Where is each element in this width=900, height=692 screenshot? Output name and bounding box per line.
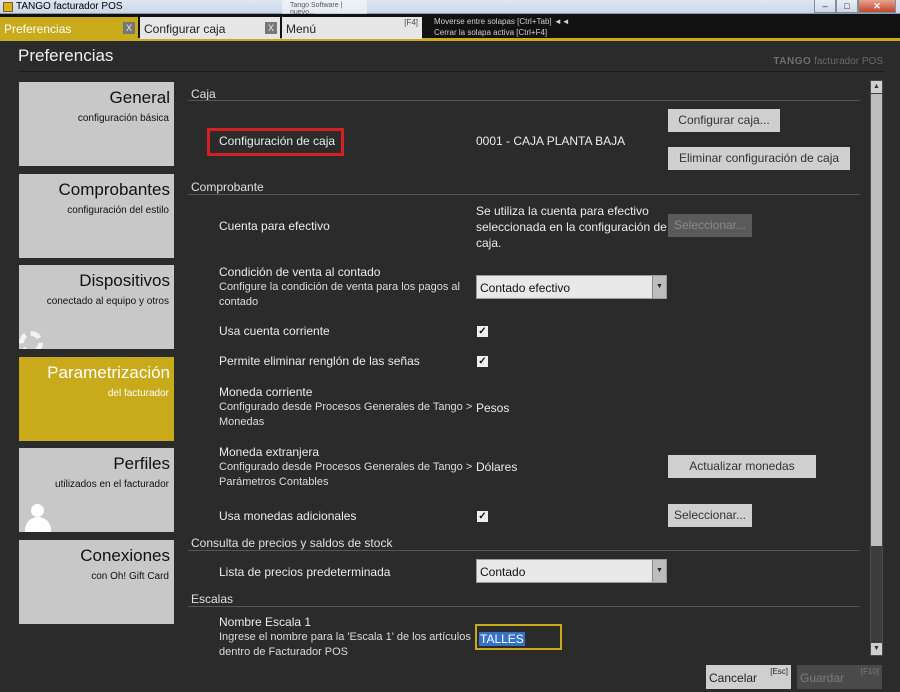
gear-icon xyxy=(19,331,43,349)
minimize-icon[interactable]: – xyxy=(814,0,836,13)
scroll-down-icon[interactable]: ▼ xyxy=(871,643,882,655)
app-icon xyxy=(3,2,13,12)
sidebar-card-perfiles[interactable]: Perfiles utilizados en el facturador xyxy=(19,448,174,532)
cuenta-efectivo-info: Se utiliza la cuenta para efectivo selec… xyxy=(476,204,667,250)
tab-label: Menú xyxy=(286,22,317,36)
eliminar-renglon-checkbox[interactable]: ✓ xyxy=(477,356,488,367)
settings-panel: Caja Configuración de caja 0001 - CAJA P… xyxy=(188,80,860,656)
card-subtitle: del facturador xyxy=(107,388,169,399)
cuenta-corriente-label: Usa cuenta corriente xyxy=(219,324,330,338)
monedas-adicionales-checkbox[interactable]: ✓ xyxy=(477,511,488,522)
scroll-up-icon[interactable]: ▲ xyxy=(871,81,882,93)
section-title-escalas: Escalas xyxy=(191,592,234,606)
condicion-venta-select[interactable]: Contado efectivo ▼ xyxy=(476,275,667,299)
cuenta-efectivo-label: Cuenta para efectivo xyxy=(219,219,330,233)
person-icon xyxy=(25,504,51,532)
window-title: TANGO facturador POS xyxy=(16,1,123,12)
tab-menu[interactable]: Menú [F4] xyxy=(282,17,422,39)
vertical-scrollbar[interactable]: ▲ ▼ xyxy=(870,80,883,656)
section-divider xyxy=(188,606,860,607)
card-subtitle: utilizados en el facturador xyxy=(55,479,169,490)
eliminar-configuracion-button[interactable]: Eliminar configuración de caja xyxy=(668,147,850,170)
section-divider xyxy=(188,194,860,195)
card-subtitle: configuración básica xyxy=(77,113,169,124)
moneda-corriente-value: Pesos xyxy=(476,401,510,415)
window-controls: – □ ✕ xyxy=(814,0,896,13)
card-title: Comprobantes xyxy=(58,180,170,199)
tab-label: Preferencias xyxy=(4,22,72,36)
sidebar-card-conexiones[interactable]: Conexiones con Oh! Gift Card xyxy=(19,540,174,624)
card-title: Dispositivos xyxy=(79,271,170,290)
card-title: Conexiones xyxy=(80,546,170,565)
monedas-adicionales-label: Usa monedas adicionales xyxy=(219,509,357,523)
tab-configurar-caja[interactable]: Configurar caja X xyxy=(140,17,280,39)
card-title: Perfiles xyxy=(113,454,170,473)
eliminar-renglon-label: Permite eliminar renglón de las señas xyxy=(219,354,420,368)
moneda-corriente-label: Moneda corriente Configurado desde Proce… xyxy=(219,385,473,428)
nombre-escala-input[interactable]: TALLES xyxy=(475,624,562,650)
sidebar-card-dispositivos[interactable]: Dispositivos conectado al equipo y otros xyxy=(19,265,174,349)
tab-bar: Preferencias X Configurar caja X Menú [F… xyxy=(0,14,900,41)
card-title: Parametrización xyxy=(47,363,170,382)
taskbar-ghost-tab: Tango Software | nuevo... xyxy=(282,0,367,16)
section-title-caja: Caja xyxy=(191,87,216,101)
tab-shortcut: [F4] xyxy=(404,18,418,27)
hint-switch-tabs: Moverse entre solapas [Ctrl+Tab] ◄◄ xyxy=(434,17,570,26)
moneda-extranjera-label: Moneda extranjera Configurado desde Proc… xyxy=(219,445,473,488)
header-divider xyxy=(18,71,884,72)
configuracion-caja-value: 0001 - CAJA PLANTA BAJA xyxy=(476,134,626,148)
configuracion-caja-label: Configuración de caja xyxy=(219,134,336,148)
section-divider xyxy=(188,550,860,551)
card-subtitle: conectado al equipo y otros xyxy=(46,296,169,307)
tab-preferencias[interactable]: Preferencias X xyxy=(0,17,138,39)
moneda-extranjera-value: Dólares xyxy=(476,460,518,474)
shortcut-label: [F10] xyxy=(860,667,879,676)
seleccionar-monedas-button[interactable]: Seleccionar... xyxy=(668,504,752,527)
tab-label: Configurar caja xyxy=(144,22,226,36)
lista-precios-label: Lista de precios predeterminada xyxy=(219,565,391,579)
card-subtitle: configuración del estilo xyxy=(67,205,169,216)
tab-close-icon[interactable]: X xyxy=(265,22,277,34)
section-title-consulta: Consulta de precios y saldos de stock xyxy=(191,536,393,550)
scroll-thumb[interactable] xyxy=(871,94,882,546)
dropdown-arrow-icon[interactable]: ▼ xyxy=(652,560,666,582)
card-title: General xyxy=(109,88,170,107)
maximize-icon[interactable]: □ xyxy=(836,0,858,13)
section-divider xyxy=(188,100,860,101)
lista-precios-select[interactable]: Contado ▼ xyxy=(476,559,667,583)
cancel-button[interactable]: Cancelar [Esc] xyxy=(706,665,791,689)
actualizar-monedas-button[interactable]: Actualizar monedas xyxy=(668,455,816,478)
shortcut-label: [Esc] xyxy=(770,667,788,676)
section-title-comprobante: Comprobante xyxy=(191,180,264,194)
save-button[interactable]: Guardar [F10] xyxy=(797,665,882,689)
brand-logo: TANGO facturador POS xyxy=(773,56,883,67)
dropdown-arrow-icon[interactable]: ▼ xyxy=(652,276,666,298)
configurar-caja-button[interactable]: Configurar caja... xyxy=(668,109,780,132)
close-window-icon[interactable]: ✕ xyxy=(858,0,896,13)
sidebar-card-comprobantes[interactable]: Comprobantes configuración del estilo xyxy=(19,174,174,258)
nombre-escala-label: Nombre Escala 1 Ingrese el nombre para l… xyxy=(219,615,471,656)
card-subtitle: con Oh! Gift Card xyxy=(91,571,169,582)
tab-close-icon[interactable]: X xyxy=(123,22,135,34)
page-title: Preferencias xyxy=(18,46,114,65)
sidebar-card-general[interactable]: General configuración básica xyxy=(19,82,174,166)
seleccionar-cuenta-button[interactable]: Seleccionar... xyxy=(668,214,752,237)
window-titlebar: TANGO facturador POS Tango Software | nu… xyxy=(0,0,900,16)
cuenta-corriente-checkbox[interactable]: ✓ xyxy=(477,326,488,337)
condicion-venta-label: Condición de venta al contado Configure … xyxy=(219,265,460,308)
hint-close-tab: Cerrar la solapa activa [Ctrl+F4] xyxy=(434,28,548,37)
sidebar-card-parametrizacion[interactable]: Parametrización del facturador xyxy=(19,357,174,441)
